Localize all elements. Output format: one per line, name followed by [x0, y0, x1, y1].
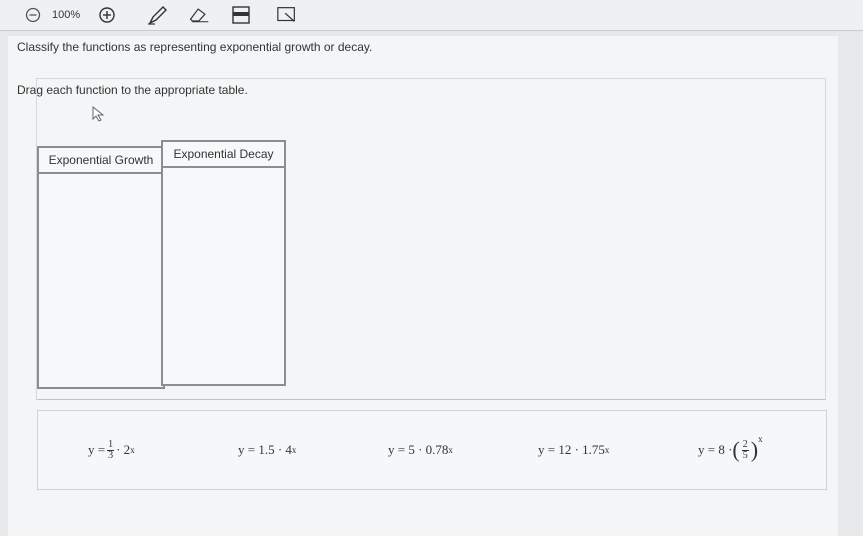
exponential-decay-table[interactable]: Exponential Decay	[161, 140, 286, 386]
tile5-lhs: y = 8 ·	[698, 442, 733, 457]
tile1-exponent: x	[130, 445, 135, 455]
tile1-fraction: 1 3	[107, 438, 115, 461]
tile5-fraction: 2 5	[741, 438, 749, 461]
decay-table-header: Exponential Decay	[163, 142, 284, 168]
tile4-text: y = 12 · 1.75	[538, 442, 605, 457]
markup-icon[interactable]	[276, 5, 298, 25]
tile5-right-paren: )	[750, 437, 759, 462]
tile1-mid: · 2	[116, 442, 131, 457]
cursor-icon	[92, 105, 106, 127]
highlighter-icon[interactable]	[230, 5, 252, 25]
question-instruction: Classify the functions as representing e…	[17, 40, 373, 54]
tile1-numerator: 1	[107, 438, 115, 451]
pencil-icon[interactable]	[146, 5, 168, 25]
tile1-lhs: y =	[88, 442, 106, 457]
function-tile-5[interactable]: y = 8 · ( 2 5 ) x	[698, 432, 763, 468]
exponential-growth-table[interactable]: Exponential Growth	[37, 146, 165, 389]
tile5-left-paren: (	[732, 437, 740, 462]
tile2-text: y = 1.5 · 4	[238, 442, 292, 457]
zoom-level: 100%	[52, 9, 81, 21]
tile3-text: y = 5 · 0.78	[388, 442, 449, 457]
tile2-exponent: x	[291, 445, 297, 455]
toolbar: 100%	[0, 0, 863, 31]
zoom-in-icon[interactable]	[96, 5, 118, 25]
growth-table-header: Exponential Growth	[39, 148, 163, 174]
tile3-exponent: x	[448, 445, 453, 455]
tile1-denominator: 3	[108, 449, 114, 461]
function-tile-1[interactable]: y = 1 3 · 2x	[88, 432, 135, 468]
function-tile-2[interactable]: y = 1.5 · 4x	[238, 432, 296, 468]
function-tile-3[interactable]: y = 5 · 0.78 x	[388, 432, 453, 468]
tile5-exponent: x	[758, 434, 763, 444]
eraser-icon[interactable]	[188, 5, 210, 25]
zoom-out-icon[interactable]	[22, 5, 44, 25]
tile4-exponent: x	[604, 445, 610, 455]
tile5-numerator: 2	[741, 438, 749, 451]
function-tile-4[interactable]: y = 12 · 1.75 x	[538, 432, 609, 468]
tile5-denominator: 5	[742, 449, 748, 461]
